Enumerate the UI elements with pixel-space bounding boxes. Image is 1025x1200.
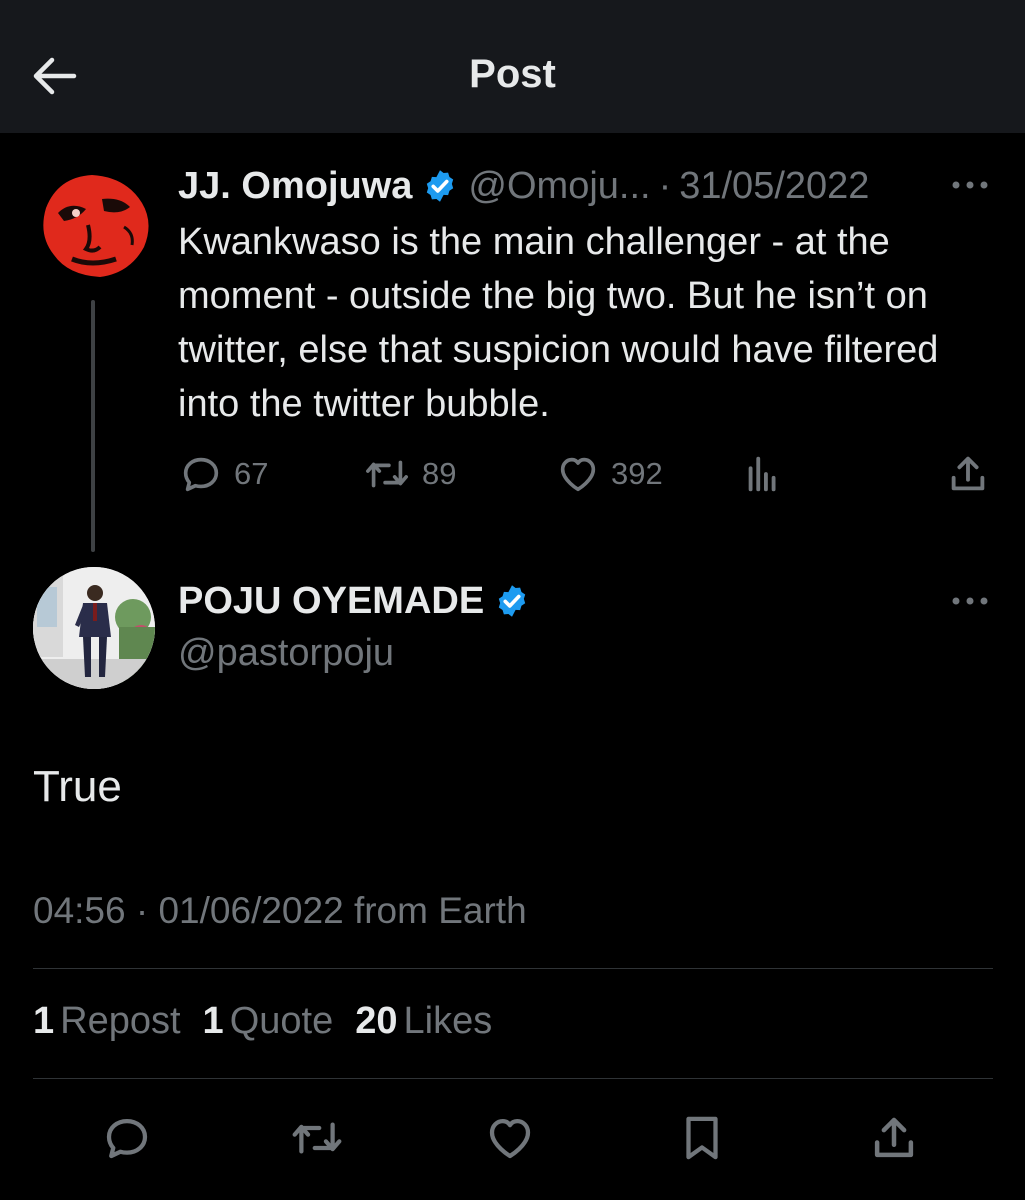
separator-dot: · [658,164,672,207]
heart-icon [489,1118,531,1159]
repost-icon [366,460,408,488]
reply-author-name-row: POJU OYEMADE [178,575,540,627]
like-action[interactable]: 392 [555,448,663,500]
reply-button[interactable] [95,1108,159,1168]
share-button[interactable] [862,1108,926,1168]
author-handle[interactable]: @Omoju... [468,165,650,208]
reply-icon [106,1118,148,1159]
avatar-omojuwa[interactable] [28,163,156,291]
post-time[interactable]: 04:56 [33,890,126,931]
bookmark-button[interactable] [670,1108,734,1168]
post-date[interactable]: 31/05/2022 [679,165,869,208]
reposts-label: Repost [60,1000,181,1042]
reply-more-button[interactable] [945,586,995,616]
post-actions-bar [0,1108,1025,1168]
avatar-image [33,567,155,689]
post-date[interactable]: 01/06/2022 [158,890,343,931]
divider [33,968,993,969]
reply-author-handle[interactable]: @pastorpoju [178,632,394,675]
page-title: Post [469,52,556,96]
repost-action[interactable]: 89 [362,448,456,500]
post-metadata: 04:56 · 01/06/2022 from Earth [33,890,527,932]
likes-label: Likes [403,1000,493,1042]
original-post-text: Kwankwaso is the main challenger - at th… [178,221,939,425]
verified-badge-icon [498,585,526,617]
avatar-pastorpoju[interactable] [33,567,155,689]
like-button[interactable] [478,1108,542,1168]
divider [33,1078,993,1079]
reposts-stat[interactable]: 1 Repost [33,1000,181,1043]
share-icon [874,1117,914,1158]
quotes-label: Quote [229,1000,334,1042]
separator-dot: · [135,890,149,931]
original-actions-bar: 67 89 392 [0,448,1025,500]
bookmark-icon [686,1116,718,1160]
more-horizontal-icon [952,597,988,605]
share-action[interactable] [945,448,1001,500]
reply-post-text: True [33,762,122,811]
share-icon [951,456,985,491]
original-more-button[interactable] [945,170,995,200]
engagement-stats: 1 Repost 1 Quote 20 Likes [33,1000,514,1043]
original-post-header: JJ. Omojuwa @Omoju... · 31/05/2022 [178,158,869,214]
thread-line [91,300,95,552]
quotes-count: 1 [202,1000,224,1042]
post-source: from Earth [353,890,527,931]
reposts-count: 1 [33,1000,55,1042]
heart-icon [560,457,596,492]
repost-icon [292,1122,342,1154]
verified-badge-icon [427,170,454,202]
author-name[interactable]: JJ. Omojuwa [178,165,412,208]
quotes-stat[interactable]: 1 Quote [203,1000,334,1043]
likes-count: 20 [355,1000,398,1042]
likes-stat[interactable]: 20 Likes [355,1000,492,1043]
reply-icon [183,457,219,492]
analytics-icon [748,456,776,492]
avatar-image [28,163,156,291]
views-action[interactable] [744,448,794,500]
top-bar: Post [0,0,1025,133]
like-count: 392 [611,456,663,491]
reply-author-name[interactable]: POJU OYEMADE [178,580,484,623]
reply-action[interactable]: 67 [178,448,268,500]
reply-count: 67 [234,456,269,491]
more-horizontal-icon [952,181,988,189]
repost-button[interactable] [285,1108,349,1168]
repost-count: 89 [422,456,457,491]
